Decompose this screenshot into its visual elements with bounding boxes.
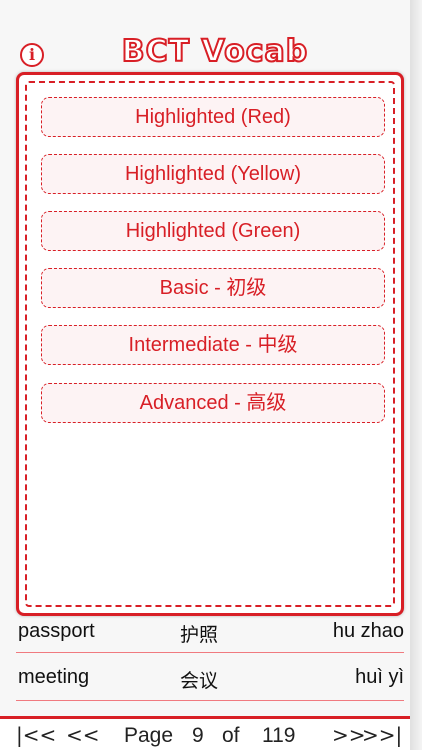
page-label: Page bbox=[124, 724, 174, 747]
list-item[interactable]: meeting 会议 huì yì bbox=[0, 658, 404, 702]
chinese-word: 护照 bbox=[180, 624, 219, 646]
header-bar: i BCT Vocab bbox=[0, 0, 410, 78]
current-page-number[interactable]: 9 bbox=[192, 724, 204, 748]
side-panel-edge bbox=[410, 0, 422, 750]
row-divider bbox=[16, 700, 404, 701]
filter-menu-popup: Highlighted (Red) Highlighted (Yellow) H… bbox=[16, 72, 404, 616]
filter-highlighted-yellow-button[interactable]: Highlighted (Yellow) bbox=[41, 154, 385, 194]
english-word: meeting bbox=[18, 666, 90, 688]
filter-menu-border: Highlighted (Red) Highlighted (Yellow) H… bbox=[25, 81, 395, 607]
previous-page-button[interactable]: << bbox=[66, 723, 100, 747]
next-page-button[interactable]: >> bbox=[332, 723, 366, 747]
filter-advanced-button[interactable]: Advanced - 高级 bbox=[41, 383, 385, 423]
pagination-bar: |<< << Page 9 of 119 >> >>| bbox=[0, 716, 410, 750]
list-item[interactable]: passport 护照 hu zhao bbox=[0, 612, 404, 656]
pinyin-text: hu zhao bbox=[332, 620, 404, 642]
row-divider bbox=[16, 652, 404, 653]
filter-intermediate-button[interactable]: Intermediate - 中级 bbox=[41, 325, 385, 365]
info-icon[interactable]: i bbox=[20, 43, 44, 67]
app-title: BCT Vocab bbox=[121, 33, 309, 70]
of-label: of bbox=[222, 724, 240, 747]
pinyin-text: huì yì bbox=[355, 666, 404, 688]
last-page-button[interactable]: >>| bbox=[362, 723, 402, 747]
chinese-word: 会议 bbox=[180, 670, 219, 692]
filter-basic-button[interactable]: Basic - 初级 bbox=[41, 268, 385, 308]
filter-highlighted-green-button[interactable]: Highlighted (Green) bbox=[41, 211, 385, 251]
total-pages: 119 bbox=[262, 724, 296, 747]
first-page-button[interactable]: |<< bbox=[16, 723, 56, 747]
app-screen: i BCT Vocab passport 护照 hu zhao meeting … bbox=[0, 0, 422, 750]
filter-highlighted-red-button[interactable]: Highlighted (Red) bbox=[41, 97, 385, 137]
english-word: passport bbox=[18, 620, 95, 642]
